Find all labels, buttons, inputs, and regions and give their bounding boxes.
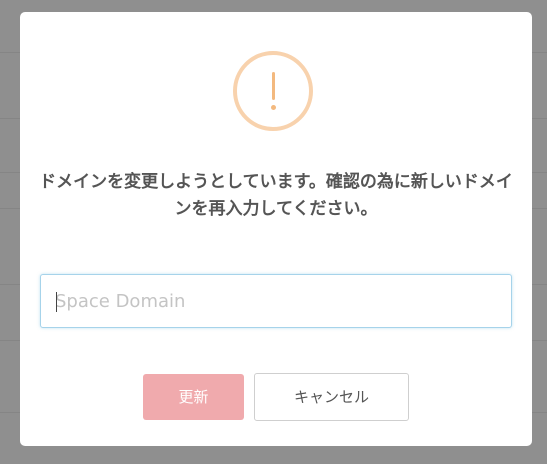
update-button[interactable]: 更新 — [143, 374, 244, 420]
dialog-message: ドメインを変更しようとしています。確認の為に新しいドメインを再入力してください。 — [39, 172, 513, 219]
space-domain-input[interactable] — [40, 274, 512, 328]
exclamation-bar — [272, 72, 275, 100]
change-domain-dialog: ドメインを変更しようとしています。確認の為に新しいドメインを再入力してください。… — [20, 12, 532, 446]
exclamation-dot — [271, 105, 276, 110]
warning-exclamation-icon — [233, 51, 313, 131]
cancel-button[interactable]: キャンセル — [254, 373, 409, 421]
text-caret — [56, 292, 57, 312]
